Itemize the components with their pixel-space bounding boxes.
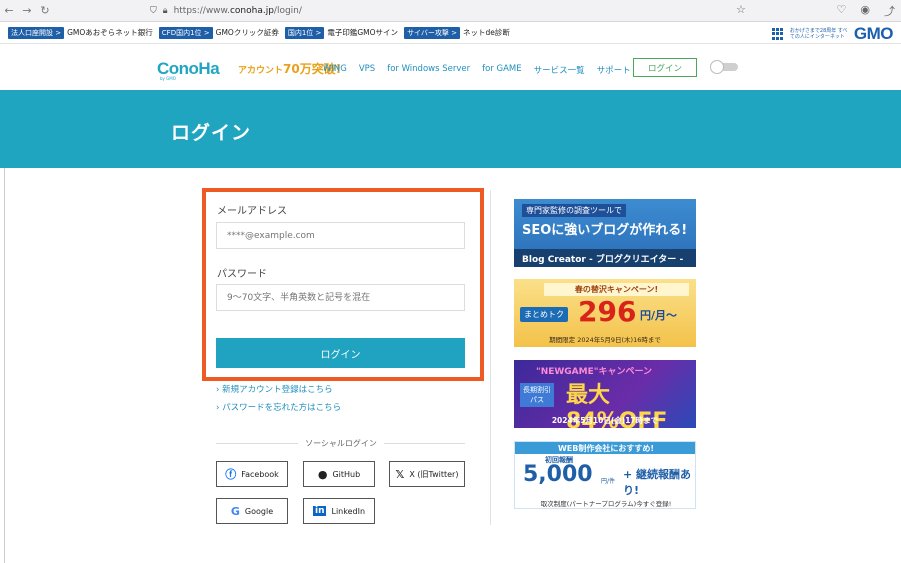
dark-mode-toggle[interactable]: [710, 60, 738, 74]
page-left-edge: [4, 168, 5, 563]
banner-tag: まとめトク: [520, 307, 568, 322]
blog-creator-banner[interactable]: 専門家監修の調査ツールで SEOに強いブログが作れる! Blog Creator…: [514, 199, 696, 267]
logo-subtext: by GMO: [160, 76, 176, 81]
banner-tag: 長期割引パス: [520, 383, 554, 407]
banner-footer: Blog Creator - ブログクリエイター -: [514, 249, 696, 267]
back-icon[interactable]: ←: [0, 4, 18, 17]
google-label: Google: [244, 506, 274, 516]
gmo-tag[interactable]: サイバー攻撃 >: [404, 26, 461, 39]
partner-program-banner[interactable]: WEB制作会社におすすめ! 初回報酬 5,000 円/件 + 継続報酬あり! 取…: [514, 441, 696, 509]
banner-footer: 期間限定 2024年5月9日(木)16時まで: [549, 335, 661, 344]
password-label: パスワード: [217, 269, 267, 280]
gmo-tag[interactable]: CFD国内1位 >: [158, 26, 213, 39]
email-label: メールアドレス: [217, 206, 287, 217]
gmo-group-bar: 法人口座開設 > GMOあおぞらネット銀行 CFD国内1位 > GMOクリック証…: [0, 22, 901, 44]
gmo-tag[interactable]: 国内1位 >: [284, 26, 325, 39]
banner-amount: 5,000: [523, 462, 593, 487]
extensions-icon[interactable]: ⤴: [884, 3, 895, 19]
password-input[interactable]: [216, 284, 465, 311]
banner-footer: 2024年5月10日(金)17時まで: [551, 416, 659, 425]
banner-unit: 円/月〜: [640, 309, 678, 322]
linkedin-login-button[interactable]: in LinkedIn: [303, 498, 375, 524]
gmo-link[interactable]: 電子印鑑GMOサイン: [327, 27, 398, 38]
nav-support[interactable]: サポート: [597, 64, 631, 76]
main-nav: WING VPS for Windows Server for GAME サービ…: [323, 64, 631, 76]
google-login-button[interactable]: G Google: [216, 498, 288, 524]
pocket-icon[interactable]: ♡: [837, 3, 847, 19]
nav-services[interactable]: サービス一覧: [534, 64, 585, 76]
gmo-tagline: おかげさまで28周年 すべての人にインターネット: [789, 28, 848, 40]
nav-wing[interactable]: WING: [323, 64, 347, 76]
banner-text: 専門家監修の調査ツールで: [522, 204, 626, 217]
github-label: GitHub: [332, 469, 361, 479]
social-login-label: ソーシャルログイン: [298, 438, 384, 449]
banner-headline: SEOに強いブログが作れる!: [522, 223, 688, 238]
facebook-login-button[interactable]: ⓕ Facebook: [216, 461, 288, 487]
toggle-knob: [710, 60, 724, 74]
google-icon: G: [230, 504, 240, 518]
gmo-branding: おかげさまで28周年 すべての人にインターネット GMO: [771, 24, 894, 44]
x-login-button[interactable]: 𝕏 X (旧Twitter): [389, 461, 465, 487]
nav-vps[interactable]: VPS: [359, 64, 375, 76]
promo-small: アカウント: [238, 66, 284, 76]
address-bar[interactable]: ⛉ 🔒︎ https://www.conoha.jp/login/: [150, 3, 770, 19]
newgame-campaign-banner[interactable]: "NEWGAME"キャンペーン 長期割引パス 最大84%OFF 2024年5月1…: [514, 360, 696, 428]
lock-icon: 🔒︎: [162, 6, 168, 16]
gmo-link[interactable]: GMOクリック証券: [216, 27, 279, 38]
new-account-link[interactable]: › 新規アカウント登録はこちら: [216, 383, 333, 395]
new-account-text: 新規アカウント登録はこちら: [222, 385, 333, 395]
nav-game[interactable]: for GAME: [482, 64, 522, 76]
grid-menu-icon[interactable]: [771, 28, 784, 40]
account-icon[interactable]: ◉: [860, 3, 870, 19]
gmo-link[interactable]: ネットde診断: [463, 27, 510, 38]
x-icon: 𝕏: [395, 467, 405, 481]
forgot-password-link[interactable]: › パスワードを忘れた方はこちら: [216, 401, 341, 413]
bookmark-star-icon[interactable]: ☆: [736, 3, 746, 16]
url-text: https://www.conoha.jp/login/: [173, 6, 302, 16]
site-header: ConoHa by GMO アカウント70万突破! WING VPS for W…: [0, 44, 901, 90]
browser-actions: ♡ ◉ ⤴: [837, 3, 895, 19]
banner-unit: 円/件: [601, 478, 616, 485]
banner-text: WEB制作会社におすすめ!: [515, 442, 695, 454]
hero-banner: ログイン: [0, 90, 901, 168]
banner-footer: 取次制度(パートナープログラム)今すぐ登録!: [540, 500, 672, 508]
gmo-link[interactable]: GMOあおぞらネット銀行: [67, 27, 153, 38]
gmo-tag[interactable]: 法人口座開設 >: [8, 26, 65, 39]
forgot-password-text: パスワードを忘れた方はこちら: [222, 403, 342, 413]
login-submit-button[interactable]: ログイン: [216, 338, 465, 368]
banner-headline: + 継続報酬あり!: [623, 468, 692, 497]
page-title: ログイン: [171, 122, 252, 144]
reload-icon[interactable]: ↻: [36, 4, 54, 17]
linkedin-icon: in: [312, 506, 327, 516]
column-separator: [490, 190, 491, 525]
spring-campaign-banner[interactable]: 春の替沢キャンペーン! まとめトク 296 円/月〜 期間限定 2024年5月9…: [514, 279, 696, 347]
banner-text: "NEWGAME"キャンペーン: [536, 367, 652, 377]
shield-icon: ⛉: [150, 6, 157, 16]
email-input[interactable]: [216, 222, 465, 249]
facebook-label: Facebook: [241, 469, 279, 479]
forward-icon[interactable]: →: [18, 4, 36, 17]
banner-price: 296: [578, 295, 637, 328]
gmo-logo[interactable]: GMO: [854, 24, 894, 44]
github-login-button[interactable]: ● GitHub: [303, 461, 375, 487]
facebook-icon: ⓕ: [225, 468, 237, 481]
nav-windows[interactable]: for Windows Server: [387, 64, 470, 76]
linkedin-label: LinkedIn: [331, 506, 366, 516]
header-login-button[interactable]: ログイン: [633, 58, 697, 77]
x-label: X (旧Twitter): [409, 469, 459, 479]
github-icon: ●: [317, 467, 328, 481]
